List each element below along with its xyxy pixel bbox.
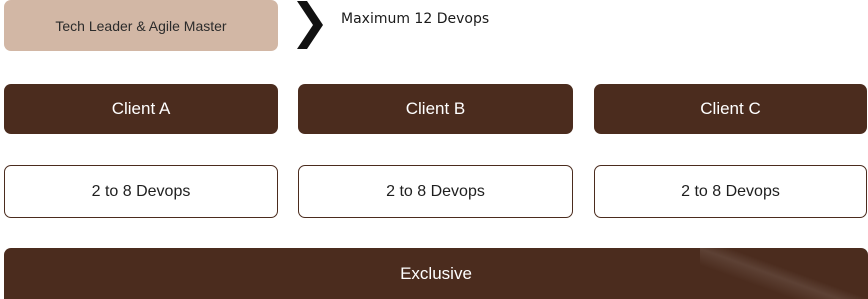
tech-leader-box: Tech Leader & Agile Master: [4, 0, 278, 51]
chevron-right-icon: [297, 1, 323, 49]
client-c-box: Client C: [594, 84, 867, 134]
client-b-box: Client B: [298, 84, 573, 134]
client-c-label: Client C: [700, 99, 761, 118]
client-a-box: Client A: [4, 84, 278, 134]
client-c-devops-box: 2 to 8 Devops: [594, 165, 867, 218]
client-b-devops-box: 2 to 8 Devops: [298, 165, 573, 218]
client-a-label: Client A: [111, 99, 171, 118]
exclusive-bar: Exclusive: [4, 248, 868, 299]
client-c-devops-label: 2 to 8 Devops: [681, 182, 780, 200]
client-b-label: Client B: [405, 99, 466, 118]
client-b-devops-label: 2 to 8 Devops: [386, 182, 485, 200]
exclusive-label: Exclusive: [400, 263, 472, 283]
client-a-devops-label: 2 to 8 Devops: [91, 182, 191, 200]
tech-leader-label: Tech Leader & Agile Master: [55, 17, 227, 34]
maximum-devops-label: Maximum 12 Devops: [341, 11, 490, 27]
client-a-devops-box: 2 to 8 Devops: [4, 165, 278, 218]
